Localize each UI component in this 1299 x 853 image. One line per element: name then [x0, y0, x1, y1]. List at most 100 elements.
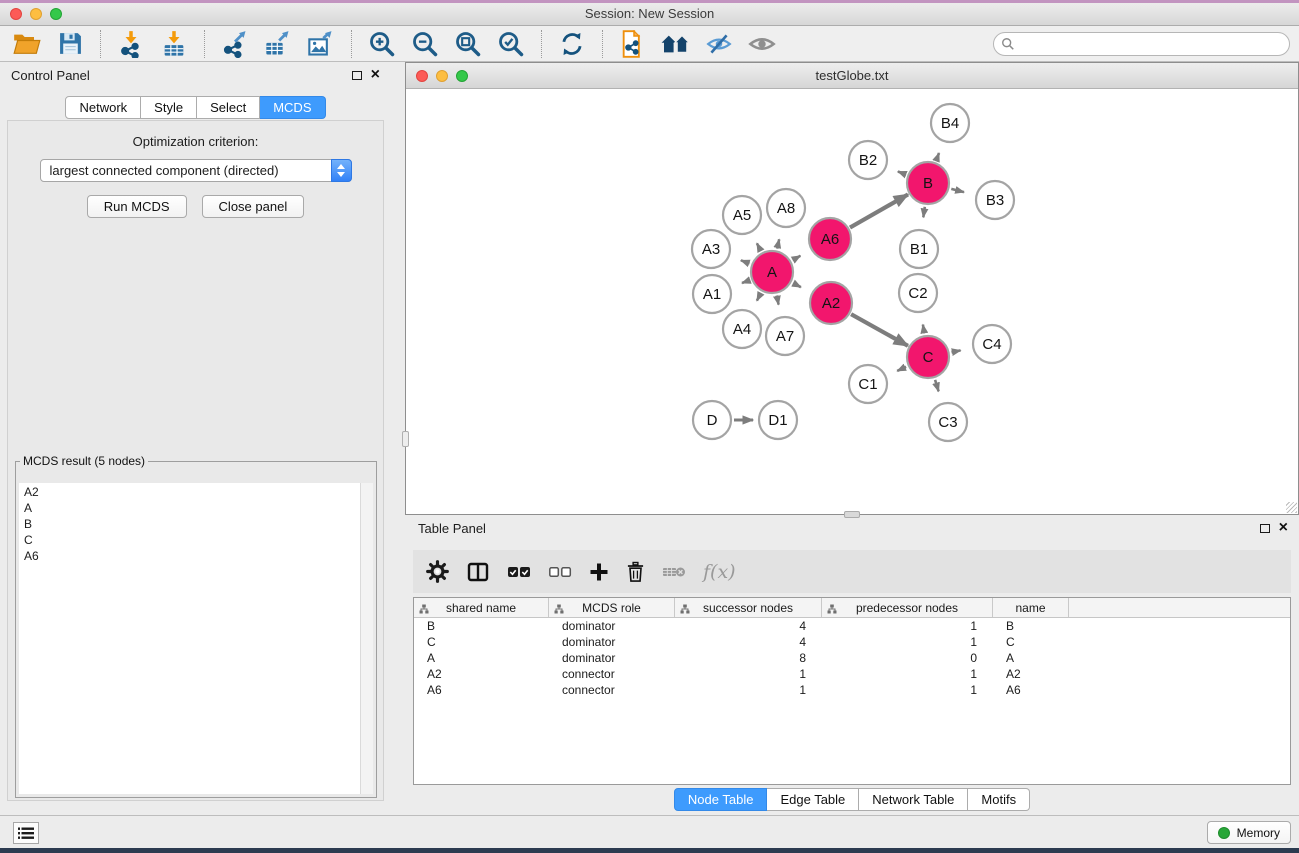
network-canvas[interactable]: AA1A2A3A4A5A6A7A8BB1B2B3B4CC1C2C3C4DD1 [406, 90, 1298, 514]
table-row[interactable]: Bdominator41B [414, 618, 1290, 634]
delete-column-button[interactable] [626, 557, 645, 587]
edge-A2-C[interactable] [851, 314, 908, 346]
memory-button[interactable]: Memory [1207, 821, 1291, 844]
export-image-button[interactable] [303, 28, 339, 60]
table-cell[interactable]: A6 [993, 682, 1069, 698]
edge-A-A4[interactable] [757, 293, 761, 301]
export-table-button[interactable] [260, 28, 296, 60]
table-cell[interactable]: 1 [822, 666, 993, 682]
float-panel-icon[interactable] [352, 71, 362, 80]
table-cell[interactable]: 1 [822, 682, 993, 698]
deselect-all-button[interactable] [548, 557, 572, 587]
network-close-traffic-light[interactable] [416, 70, 428, 82]
zoom-traffic-light[interactable] [50, 8, 62, 20]
table-cell[interactable]: 1 [675, 666, 822, 682]
tab-style[interactable]: Style [141, 96, 197, 119]
edge-C-C4[interactable] [952, 350, 961, 352]
task-history-button[interactable] [13, 822, 39, 844]
table-cell[interactable]: dominator [549, 650, 675, 666]
node-C4[interactable]: C4 [973, 325, 1011, 363]
window-edge-grip[interactable] [402, 431, 409, 447]
result-item[interactable]: B [24, 516, 368, 532]
zoom-selected-button[interactable] [493, 28, 529, 60]
table-cell[interactable]: 1 [675, 682, 822, 698]
table-cell[interactable]: 1 [822, 634, 993, 650]
search-box[interactable] [993, 32, 1290, 56]
close-traffic-light[interactable] [10, 8, 22, 20]
edge-C-C2[interactable] [923, 325, 924, 334]
table-cell[interactable]: 1 [822, 618, 993, 634]
table-cell[interactable]: connector [549, 682, 675, 698]
add-column-button[interactable] [589, 557, 609, 587]
zoom-fit-button[interactable] [450, 28, 486, 60]
float-table-panel-icon[interactable] [1260, 524, 1270, 533]
node-A6[interactable]: A6 [809, 218, 851, 260]
column-header-mcds-role[interactable]: MCDS role [549, 598, 675, 617]
node-C2[interactable]: C2 [899, 274, 937, 312]
network-zoom-traffic-light[interactable] [456, 70, 468, 82]
result-item[interactable]: C [24, 532, 368, 548]
edge-A-A1[interactable] [742, 280, 750, 283]
table-cell[interactable]: 4 [675, 634, 822, 650]
node-B1[interactable]: B1 [900, 230, 938, 268]
tab-select[interactable]: Select [197, 96, 260, 119]
table-row[interactable]: A2connector11A2 [414, 666, 1290, 682]
column-header-predecessor-nodes[interactable]: predecessor nodes [822, 598, 993, 617]
table-cell[interactable]: dominator [549, 618, 675, 634]
edge-C-C1[interactable] [897, 367, 906, 371]
table-cell[interactable]: A [993, 650, 1069, 666]
run-mcds-button[interactable]: Run MCDS [87, 195, 187, 218]
tab-network[interactable]: Network [65, 96, 141, 119]
edge-C-C3[interactable] [935, 380, 939, 392]
import-network-button[interactable] [113, 28, 149, 60]
node-C1[interactable]: C1 [849, 365, 887, 403]
table-settings-button[interactable] [426, 557, 449, 587]
column-header-name[interactable]: name [993, 598, 1069, 617]
select-all-button[interactable] [507, 557, 531, 587]
import-table-button[interactable] [156, 28, 192, 60]
open-file-button[interactable] [9, 28, 45, 60]
table-cell[interactable]: A [414, 650, 549, 666]
table-cell[interactable]: 8 [675, 650, 822, 666]
zoom-out-button[interactable] [407, 28, 443, 60]
edge-A-A6[interactable] [793, 256, 801, 260]
minimize-traffic-light[interactable] [30, 8, 42, 20]
node-A8[interactable]: A8 [767, 189, 805, 227]
node-D[interactable]: D [693, 401, 731, 439]
function-builder-button[interactable]: f(x) [703, 557, 736, 587]
table-tab-network-table[interactable]: Network Table [859, 788, 968, 811]
node-A3[interactable]: A3 [692, 230, 730, 268]
window-resize-grip[interactable] [1286, 502, 1297, 513]
node-A2[interactable]: A2 [810, 282, 852, 324]
network-graph[interactable]: AA1A2A3A4A5A6A7A8BB1B2B3B4CC1C2C3C4DD1 [406, 90, 1298, 514]
table-row[interactable]: Adominator80A [414, 650, 1290, 666]
node-B3[interactable]: B3 [976, 181, 1014, 219]
edge-B-B3[interactable] [951, 189, 964, 192]
table-row[interactable]: Cdominator41C [414, 634, 1290, 650]
edge-B-B4[interactable] [936, 153, 939, 161]
table-tab-motifs[interactable]: Motifs [968, 788, 1030, 811]
table-cell[interactable]: connector [549, 666, 675, 682]
node-table[interactable]: shared nameMCDS rolesuccessor nodesprede… [413, 597, 1291, 785]
result-scrollbar[interactable] [360, 483, 373, 794]
node-A[interactable]: A [751, 251, 793, 293]
optimization-criterion-dropdown[interactable]: largest connected component (directed) [40, 159, 352, 182]
node-B4[interactable]: B4 [931, 104, 969, 142]
edge-A-A8[interactable] [777, 239, 779, 248]
save-session-button[interactable] [52, 28, 88, 60]
table-cell[interactable]: B [993, 618, 1069, 634]
edge-B-B1[interactable] [923, 207, 925, 218]
refresh-button[interactable] [554, 28, 590, 60]
node-C3[interactable]: C3 [929, 403, 967, 441]
table-cell[interactable]: C [414, 634, 549, 650]
graphics-details-button[interactable] [701, 28, 737, 60]
table-cell[interactable]: C [993, 634, 1069, 650]
column-header-shared-name[interactable]: shared name [414, 598, 549, 617]
node-B2[interactable]: B2 [849, 141, 887, 179]
node-A5[interactable]: A5 [723, 196, 761, 234]
delete-table-button[interactable] [662, 557, 686, 587]
close-panel-icon[interactable]: × [371, 70, 380, 80]
split-view-button[interactable] [466, 557, 490, 587]
table-cell[interactable]: 0 [822, 650, 993, 666]
table-cell[interactable]: A2 [414, 666, 549, 682]
